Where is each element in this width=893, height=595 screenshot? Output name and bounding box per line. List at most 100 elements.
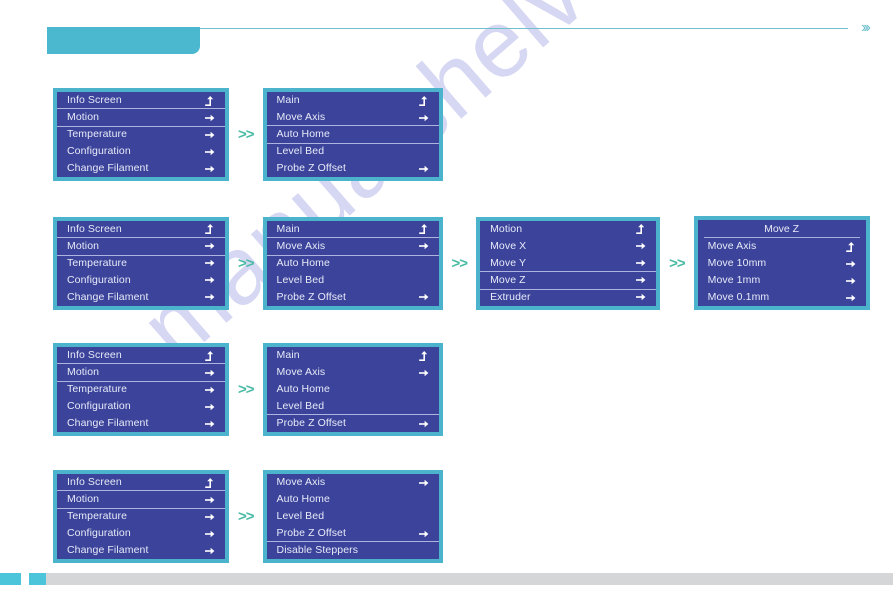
lcd-menu-item[interactable]: Probe Z Offset xyxy=(267,160,439,177)
lcd-menu-item[interactable]: Temperature xyxy=(57,508,225,525)
lcd-menu-item[interactable]: Change Filament xyxy=(57,160,225,177)
lcd-menu-item-selected[interactable]: Move Axis xyxy=(266,236,439,256)
lcd-menu-item[interactable]: Move X xyxy=(480,238,656,255)
lcd-menu-item-label: Main xyxy=(276,94,300,106)
flow-separator-arrows: >> xyxy=(238,254,255,272)
lcd-menu-item-selected[interactable]: Auto Home xyxy=(266,125,439,144)
lcd-menu-item-label: Probe Z Offset xyxy=(276,162,347,174)
lcd-menu-item[interactable]: Auto Home xyxy=(267,491,439,508)
lcd-menu-item-selected[interactable]: Move Z xyxy=(480,270,657,290)
lcd-menu-item[interactable]: Move Axis xyxy=(698,238,866,255)
right-arrow-icon xyxy=(204,257,216,269)
footer-bar xyxy=(46,573,893,585)
lcd-main-menu: Info Screen Motion Temperature Configuratio… xyxy=(53,343,229,436)
lcd-menu-item-label: Motion xyxy=(67,493,100,505)
lcd-menu-item-label: Motion xyxy=(490,222,523,235)
lcd-menu-item-selected[interactable]: Motion xyxy=(57,108,225,127)
lcd-menu-item-label: Configuration xyxy=(67,145,131,157)
header-tab xyxy=(47,27,200,54)
return-arrow-icon xyxy=(845,241,857,253)
right-arrow-icon xyxy=(204,274,216,286)
flow-row-3: Info Screen Motion Temperature Configuratio… xyxy=(53,343,443,436)
lcd-menu-item-label: Change Filament xyxy=(67,544,149,556)
lcd-menu-item[interactable]: Change Filament xyxy=(57,542,225,559)
lcd-menu-item[interactable]: Change Filament xyxy=(57,415,225,432)
right-arrow-icon xyxy=(418,112,430,124)
lcd-menu-item[interactable]: Auto Home xyxy=(267,381,439,398)
lcd-menu-item-selected[interactable]: Motion xyxy=(57,236,225,256)
lcd-menu-item[interactable]: Temperature xyxy=(57,381,225,398)
lcd-menu-item[interactable]: Temperature xyxy=(57,255,225,272)
lcd-menu-item-selected[interactable]: Disable Steppers xyxy=(266,541,439,559)
menu-flow-diagram: Info Screen Motion Temperature Configuratio… xyxy=(0,0,893,595)
lcd-menu-item[interactable]: Level Bed xyxy=(267,398,439,415)
lcd-menu-item[interactable]: Level Bed xyxy=(267,143,439,160)
lcd-menu-item[interactable]: Main xyxy=(267,221,439,238)
footer-square-left xyxy=(0,573,21,585)
lcd-menu-item[interactable]: Main xyxy=(267,92,439,109)
lcd-menu-item-selected[interactable]: Motion xyxy=(57,363,225,382)
return-arrow-icon xyxy=(204,477,216,489)
right-arrow-icon xyxy=(418,240,430,252)
lcd-menu-item[interactable]: Main xyxy=(267,347,439,364)
lcd-menu-item[interactable]: Extruder xyxy=(480,289,656,306)
right-arrow-icon xyxy=(204,240,216,252)
lcd-menu-item[interactable]: Auto Home xyxy=(267,255,439,272)
right-arrow-icon xyxy=(204,494,216,506)
lcd-move-z-menu: Move Z Move Axis Move 10mm Move 1mm Move 0.1… xyxy=(693,216,870,310)
flow-row-2: Info Screen Motion Temperature Configuratio… xyxy=(53,216,870,310)
lcd-menu-item[interactable]: Info Screen xyxy=(57,347,225,364)
lcd-menu-item-label: Change Filament xyxy=(67,162,149,174)
lcd-menu-item[interactable]: Probe Z Offset xyxy=(267,525,439,542)
lcd-menu-item[interactable]: Move Axis xyxy=(267,474,439,491)
return-arrow-icon xyxy=(418,95,430,107)
lcd-menu-item[interactable]: Motion xyxy=(480,221,656,238)
lcd-menu-item-label: Move 10mm xyxy=(707,257,767,269)
lcd-menu-item-label: Temperature xyxy=(67,128,128,140)
lcd-menu-item[interactable]: Info Screen xyxy=(57,221,225,238)
lcd-menu-item[interactable]: Move 0.1mm xyxy=(698,289,866,306)
lcd-menu-item[interactable]: Change Filament xyxy=(57,289,225,306)
right-arrow-icon xyxy=(635,274,647,286)
flow-row-4: Info Screen Motion Temperature Configuratio… xyxy=(53,470,443,563)
right-arrow-icon xyxy=(204,528,216,540)
lcd-screen: Move Z Move Axis Move 10mm Move 1mm Move 0.1… xyxy=(697,220,866,306)
lcd-menu-item-label: Temperature xyxy=(67,256,128,269)
lcd-menu-item-label: Move 0.1mm xyxy=(707,291,770,303)
lcd-screen: Info Screen Motion Temperature Configuratio… xyxy=(57,92,225,177)
lcd-menu-item-selected[interactable]: Probe Z Offset xyxy=(266,414,439,432)
lcd-menu-item[interactable]: Move 10mm xyxy=(698,255,866,272)
lcd-menu-item-label: Probe Z Offset xyxy=(276,417,347,429)
lcd-screen: Main Move Axis Auto Home Level Bed Probe Z O… xyxy=(266,347,439,432)
return-arrow-icon xyxy=(635,223,647,235)
right-arrow-icon xyxy=(204,146,216,158)
lcd-menu-item-label: Move Y xyxy=(490,256,527,269)
flow-separator-arrows: >> xyxy=(669,254,686,272)
lcd-menu-item-label: Info Screen xyxy=(67,476,122,488)
lcd-menu-item[interactable]: Configuration xyxy=(57,525,225,542)
lcd-menu-item[interactable]: Move 1mm xyxy=(698,272,866,289)
lcd-screen: Info Screen Motion Temperature Configuratio… xyxy=(57,220,225,306)
lcd-menu-item[interactable]: Move Axis xyxy=(267,109,439,126)
lcd-menu-item[interactable]: Move Y xyxy=(480,255,656,272)
right-arrow-icon xyxy=(635,257,647,269)
lcd-screen: Main Move Axis Auto Home Level Bed Probe Z O… xyxy=(266,92,439,177)
lcd-menu-item[interactable]: Info Screen xyxy=(57,474,225,491)
lcd-menu-item[interactable]: Info Screen xyxy=(57,92,225,109)
lcd-menu-item[interactable]: Move Axis xyxy=(267,364,439,381)
footer-square-right xyxy=(29,573,46,585)
lcd-motion-menu-scrolled: Move Axis Auto Home Level Bed Probe Z Offse… xyxy=(262,470,443,563)
lcd-menu-item[interactable]: Probe Z Offset xyxy=(267,289,439,306)
lcd-menu-item-label: Move 1mm xyxy=(707,274,761,286)
return-arrow-icon xyxy=(204,95,216,107)
lcd-menu-item[interactable]: Temperature xyxy=(57,126,225,143)
lcd-menu-item[interactable]: Level Bed xyxy=(267,272,439,289)
lcd-menu-item-selected[interactable]: Motion xyxy=(57,490,225,509)
lcd-menu-item-label: Temperature xyxy=(67,510,128,522)
lcd-menu-item[interactable]: Configuration xyxy=(57,272,225,289)
no-icon xyxy=(418,384,430,396)
lcd-menu-item[interactable]: Configuration xyxy=(57,398,225,415)
lcd-menu-item[interactable]: Level Bed xyxy=(267,508,439,525)
lcd-menu-item-label: Motion xyxy=(67,111,100,123)
lcd-menu-item[interactable]: Configuration xyxy=(57,143,225,160)
